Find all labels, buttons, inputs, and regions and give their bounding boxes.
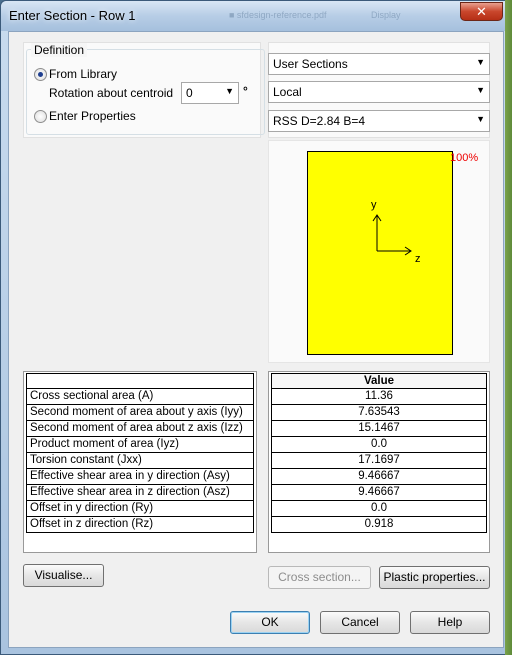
dialog-client-area: Definition From Library Rotation about c…: [8, 31, 504, 648]
table-row-value[interactable]: 9.46667: [271, 485, 487, 501]
cancel-button[interactable]: Cancel: [320, 611, 400, 634]
axes-value: Local: [273, 85, 302, 99]
table-row-value[interactable]: 9.46667: [271, 469, 487, 485]
title-bar[interactable]: Enter Section - Row 1 ■ sfdesign-referen…: [1, 1, 511, 31]
table-row-value[interactable]: 0.918: [271, 517, 487, 533]
rotation-value: 0: [186, 86, 193, 100]
table-row-label: Offset in z direction (Rz): [26, 517, 254, 533]
section-preview: 100% y z: [268, 140, 490, 363]
background-window-text: ■ sfdesign-reference.pdf: [229, 10, 327, 20]
chevron-down-icon: ▼: [476, 114, 485, 124]
from-library-label[interactable]: From Library: [49, 67, 117, 81]
table-header-blank: [26, 373, 254, 389]
axes-select[interactable]: Local ▼: [268, 81, 490, 103]
definition-legend: Definition: [31, 43, 88, 57]
help-button[interactable]: Help: [410, 611, 490, 634]
from-library-radio[interactable]: [34, 68, 47, 81]
cross-section-button[interactable]: Cross section...: [268, 566, 371, 589]
close-button[interactable]: ✕: [460, 2, 503, 21]
background-app-edge: [505, 0, 512, 655]
library-value: User Sections: [273, 57, 348, 71]
plastic-properties-button[interactable]: Plastic properties...: [379, 566, 490, 589]
table-row-label: Offset in y direction (Ry): [26, 501, 254, 517]
section-select[interactable]: RSS D=2.84 B=4 ▼: [268, 110, 490, 132]
close-icon: ✕: [476, 4, 487, 19]
table-row-label: Product moment of area (Iyz): [26, 437, 254, 453]
table-row-value[interactable]: 17.1697: [271, 453, 487, 469]
table-row-label: Effective shear area in z direction (Asz…: [26, 485, 254, 501]
properties-value-column: Value 11.36 7.63543 15.1467 0.0 17.1697 …: [268, 371, 490, 553]
section-value: RSS D=2.84 B=4: [273, 114, 366, 128]
table-row-label: Torsion constant (Jxx): [26, 453, 254, 469]
table-row-value[interactable]: 0.0: [271, 437, 487, 453]
rotation-select[interactable]: 0 ▼: [181, 82, 239, 104]
table-row-label: Effective shear area in y direction (Asy…: [26, 469, 254, 485]
chevron-down-icon: ▼: [476, 57, 485, 67]
z-axis-label: z: [415, 253, 421, 265]
library-select[interactable]: User Sections ▼: [268, 53, 490, 75]
table-row-label: Second moment of area about z axis (Izz): [26, 421, 254, 437]
enter-properties-radio[interactable]: [34, 110, 47, 123]
chevron-down-icon: ▼: [225, 86, 234, 96]
table-row-value[interactable]: 15.1467: [271, 421, 487, 437]
properties-label-column: Cross sectional area (A) Second moment o…: [23, 371, 257, 553]
table-row-value[interactable]: 0.0: [271, 501, 487, 517]
table-row-value[interactable]: 11.36: [271, 389, 487, 405]
table-row-value[interactable]: 7.63543: [271, 405, 487, 421]
chevron-down-icon: ▼: [476, 85, 485, 95]
y-axis-label: y: [371, 199, 377, 211]
background-window-text: Display: [371, 10, 401, 20]
table-row-label: Cross sectional area (A): [26, 389, 254, 405]
table-row-label: Second moment of area about y axis (Iyy): [26, 405, 254, 421]
value-header: Value: [271, 373, 487, 389]
ok-button[interactable]: OK: [230, 611, 310, 634]
window-title: Enter Section - Row 1: [9, 8, 136, 23]
rotation-label: Rotation about centroid: [49, 86, 174, 100]
degree-unit: °: [243, 84, 248, 98]
axes-icon: [372, 214, 412, 256]
enter-properties-label[interactable]: Enter Properties: [49, 109, 136, 123]
dialog-window: Enter Section - Row 1 ■ sfdesign-referen…: [0, 0, 512, 655]
visualise-button[interactable]: Visualise...: [23, 564, 104, 587]
